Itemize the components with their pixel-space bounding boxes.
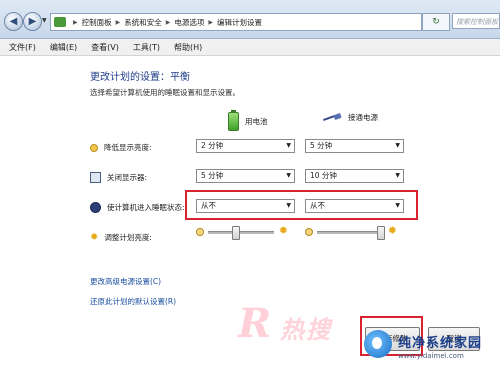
bright-sun-icon: ✹ <box>278 224 288 237</box>
slider-thumb[interactable] <box>232 226 240 240</box>
plugged-in-column-label: 接通电源 <box>348 113 378 122</box>
dropdown-arrow-icon: ▼ <box>286 142 291 149</box>
select-value: 10 分钟 <box>310 171 337 180</box>
site-logo: 纯净系统家园 www.yidaimei.com <box>364 330 500 370</box>
dropdown-arrow-icon: ▼ <box>395 172 400 179</box>
restore-defaults-link[interactable]: 还原此计划的默认设置(R) <box>90 296 176 307</box>
battery-column-label: 用电池 <box>245 117 268 126</box>
setting-label: 调整计划亮度: <box>104 233 152 242</box>
brightness-battery-slider[interactable]: ✹ <box>196 224 288 240</box>
dim-display-row-label: 降低显示亮度: <box>90 142 152 153</box>
plugged-in-column-header: 接通电源 <box>323 112 378 123</box>
bright-sun-icon: ✹ <box>387 224 397 237</box>
watermark-text: 热搜 <box>280 316 332 344</box>
menu-file[interactable]: 文件(F) <box>9 42 36 53</box>
forward-arrow-icon: ▶ <box>28 16 37 27</box>
slider-thumb[interactable] <box>377 226 385 240</box>
slider-track <box>317 231 383 234</box>
turn-off-display-plugged-select[interactable]: 10 分钟 ▼ <box>305 169 404 183</box>
menu-help[interactable]: 帮助(H) <box>174 42 202 53</box>
brightness-icon: ✹ <box>90 232 99 243</box>
monitor-icon <box>90 172 101 183</box>
breadcrumb-item[interactable]: 编辑计划设置 <box>217 17 262 28</box>
control-panel-icon <box>54 17 66 27</box>
battery-column-header: 用电池 <box>228 110 268 131</box>
battery-icon <box>228 110 239 131</box>
watermark-letter: R <box>238 300 272 347</box>
back-arrow-icon: ◀ <box>9 16 18 27</box>
chevron-right-icon: ▶ <box>165 18 171 26</box>
slider-track <box>208 231 274 234</box>
turn-off-display-row-label: 关闭显示器: <box>90 172 147 183</box>
breadcrumb[interactable]: ▶ 控制面板 ▶ 系统和安全 ▶ 电源选项 ▶ 编辑计划设置 <box>50 13 422 31</box>
chevron-right-icon: ▶ <box>115 18 121 26</box>
brightness-plugged-slider[interactable]: ✹ <box>305 224 397 240</box>
page-subtitle: 选择希望计算机使用的睡眠设置和显示设置。 <box>90 88 240 97</box>
turn-off-display-battery-select[interactable]: 5 分钟 ▼ <box>196 169 295 183</box>
moon-icon <box>90 202 101 213</box>
address-bar: ◀ ▶ ▼ ▶ 控制面板 ▶ 系统和安全 ▶ 电源选项 ▶ 编辑计划设置 ↻ 搜… <box>0 0 500 39</box>
advanced-power-settings-link[interactable]: 更改高级电源设置(C) <box>90 276 161 287</box>
page-title: 更改计划的设置：平衡 <box>90 72 190 83</box>
dim-display-battery-select[interactable]: 2 分钟 ▼ <box>196 139 295 153</box>
recent-pages-dropdown[interactable]: ▼ <box>42 17 47 24</box>
menu-view[interactable]: 查看(V) <box>91 42 119 53</box>
sleep-row-label: 使计算机进入睡眠状态: <box>90 202 185 213</box>
refresh-button[interactable]: ↻ <box>422 13 450 31</box>
chevron-right-icon: ▶ <box>208 18 213 26</box>
setting-label: 降低显示亮度: <box>104 143 152 152</box>
setting-label: 关闭显示器: <box>107 173 148 182</box>
brightness-row-label: ✹ 调整计划亮度: <box>90 232 152 243</box>
dim-sun-icon <box>196 228 204 236</box>
back-button[interactable]: ◀ <box>4 12 23 31</box>
search-input[interactable]: 搜索控制面板 <box>452 13 500 29</box>
logo-text: 纯净系统家园 <box>398 336 483 351</box>
chevron-right-icon: ▶ <box>73 18 78 26</box>
sleep-highlight-box <box>185 190 418 220</box>
select-value: 2 分钟 <box>201 141 224 150</box>
dropdown-arrow-icon: ▼ <box>395 142 400 149</box>
breadcrumb-item[interactable]: 系统和安全 <box>124 17 162 28</box>
breadcrumb-item[interactable]: 控制面板 <box>82 17 112 28</box>
power-plug-icon <box>323 114 343 122</box>
select-value: 5 分钟 <box>310 141 333 150</box>
logo-url: www.yidaimei.com <box>398 352 464 360</box>
dim-sun-icon <box>305 228 313 236</box>
select-value: 5 分钟 <box>201 171 224 180</box>
logo-icon <box>364 330 392 358</box>
dim-icon <box>90 143 98 152</box>
menu-edit[interactable]: 编辑(E) <box>50 42 77 53</box>
setting-label: 使计算机进入睡眠状态: <box>107 203 185 212</box>
breadcrumb-item[interactable]: 电源选项 <box>174 17 204 28</box>
dim-display-plugged-select[interactable]: 5 分钟 ▼ <box>305 139 404 153</box>
menu-tools[interactable]: 工具(T) <box>133 42 160 53</box>
refresh-icon: ↻ <box>432 17 440 27</box>
dropdown-arrow-icon: ▼ <box>286 172 291 179</box>
menu-bar: 文件(F) 编辑(E) 查看(V) 工具(T) 帮助(H) <box>0 39 500 56</box>
forward-button[interactable]: ▶ <box>23 12 42 31</box>
